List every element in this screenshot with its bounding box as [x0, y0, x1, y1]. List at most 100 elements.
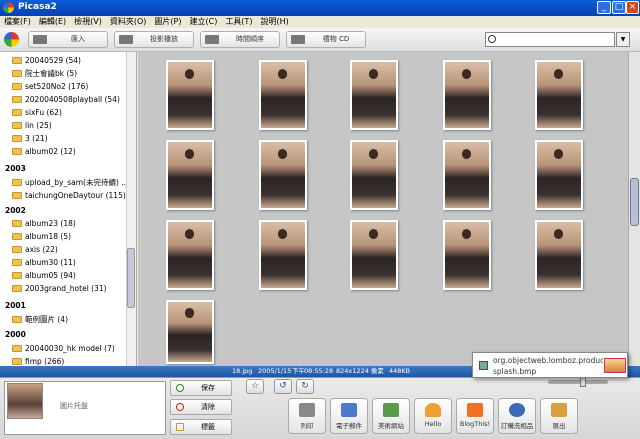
folder-item[interactable]: lin (25)	[12, 119, 52, 132]
photo-thumbnail[interactable]	[535, 60, 583, 130]
photo-thumbnail-selected[interactable]	[166, 300, 214, 364]
photo-thumbnail[interactable]	[350, 140, 398, 210]
picasa-home-icon[interactable]	[4, 32, 19, 47]
popup-preview-image	[604, 358, 626, 373]
folder-item[interactable]: 院士會議bk (5)	[12, 67, 77, 80]
blogthis-button[interactable]: BlogThis!	[456, 398, 494, 434]
folder-icon	[12, 148, 22, 155]
folder-item[interactable]: taichungOneDaytour (115)	[12, 189, 126, 202]
folder-item[interactable]: 20040030_hk model (7)	[12, 342, 115, 355]
search-dropdown-button[interactable]: ▼	[616, 32, 630, 47]
hello-button[interactable]: Hello	[414, 398, 452, 434]
folder-item[interactable]: album30 (11)	[12, 256, 76, 269]
menu-tools[interactable]: 工具(T)	[221, 16, 256, 28]
folder-item[interactable]: 2020040508playball (54)	[12, 93, 120, 106]
clear-button[interactable]: 清除	[170, 399, 232, 415]
timeline-button[interactable]: 時間順序	[200, 31, 280, 48]
folder-item[interactable]: album23 (18)	[12, 217, 76, 230]
photo-thumbnail[interactable]	[166, 220, 214, 290]
search-box[interactable]	[485, 32, 615, 47]
photo-thumbnail[interactable]	[166, 140, 214, 210]
folder-icon	[12, 220, 22, 227]
folder-item[interactable]: 範例圖片 (4)	[12, 313, 68, 326]
gift-cd-button[interactable]: 禮物 CD	[286, 31, 366, 48]
folder-item[interactable]: 20040529 (54)	[12, 54, 81, 67]
folder-item[interactable]: sixFu (62)	[12, 106, 62, 119]
photo-thumbnail[interactable]	[535, 220, 583, 290]
photo	[261, 222, 305, 288]
folder-item[interactable]: axis (22)	[12, 243, 58, 256]
folder-icon	[12, 179, 22, 186]
folder-item[interactable]: fimp (266)	[12, 355, 64, 366]
menu-picture[interactable]: 圖片(P)	[150, 16, 185, 28]
tray-label: 圖片托盤	[60, 402, 88, 410]
toolbar: 匯入 投影播放 時間順序 禮物 CD ▼	[0, 28, 640, 52]
order-prints-button[interactable]: 訂購洗相品	[498, 398, 536, 434]
photo-thumbnail[interactable]	[259, 60, 307, 130]
photo	[445, 222, 489, 288]
rotate-right-button[interactable]: ↻	[296, 379, 314, 394]
photo	[352, 222, 396, 288]
window-title: Picasa2	[18, 2, 57, 12]
slideshow-button[interactable]: 投影播放	[114, 31, 194, 48]
folder-icon	[12, 316, 22, 323]
folder-item[interactable]: album02 (12)	[12, 145, 76, 158]
search-input[interactable]	[500, 34, 610, 45]
folder-icon	[12, 96, 22, 103]
year-header: 2002	[5, 206, 26, 215]
folder-item[interactable]: upload_by_sam(未完待續) ...	[12, 176, 128, 189]
tray-photo-thumbnail[interactable]	[7, 383, 43, 419]
popup-folder-text: org.objectweb.lomboz.product	[493, 356, 603, 365]
minimize-button[interactable]: _	[597, 1, 611, 14]
email-button[interactable]: 電子郵件	[330, 398, 368, 434]
menu-bar: 檔案(F) 編輯(E) 檢視(V) 資料夾(O) 圖片(P) 建立(C) 工具(T) 說明(H…	[0, 16, 640, 28]
maximize-button[interactable]: □	[612, 1, 626, 14]
photo-thumbnail[interactable]	[535, 140, 583, 210]
photo-thumbnail[interactable]	[350, 60, 398, 130]
label-button[interactable]: 標籤	[170, 419, 232, 435]
photo-thumbnail[interactable]	[443, 60, 491, 130]
notification-popup[interactable]: org.objectweb.lomboz.product splash.bmp	[472, 352, 628, 378]
menu-create[interactable]: 建立(C)	[185, 16, 221, 28]
status-time: 08:55:28	[304, 367, 334, 375]
menu-help[interactable]: 說明(H)	[256, 16, 292, 28]
folder-list-scrollbar[interactable]	[126, 52, 136, 366]
menu-edit[interactable]: 編輯(E)	[35, 16, 70, 28]
year-header: 2001	[5, 301, 26, 310]
hold-button[interactable]: 保存	[170, 380, 232, 396]
photo-thumbnail[interactable]	[166, 60, 214, 130]
folder-item[interactable]: album05 (94)	[12, 269, 76, 282]
year-header: 2003	[5, 164, 26, 173]
menu-view[interactable]: 檢視(V)	[70, 16, 106, 28]
import-button[interactable]: 匯入	[28, 31, 108, 48]
photo-thumbnail[interactable]	[350, 220, 398, 290]
library-scroll-thumb[interactable]	[630, 178, 639, 226]
photo-thumbnail[interactable]	[443, 140, 491, 210]
hello-icon	[425, 403, 441, 417]
status-filename: 18.jpg	[232, 367, 253, 375]
folder-item[interactable]: 3 (21)	[12, 132, 48, 145]
folder-icon	[12, 192, 22, 199]
folder-list-scroll-thumb[interactable]	[127, 248, 135, 308]
photo	[261, 142, 305, 208]
zoom-slider[interactable]	[548, 380, 608, 384]
search-icon	[488, 35, 496, 43]
star-button[interactable]: ☆	[246, 379, 264, 394]
folder-item[interactable]: set520No2 (176)	[12, 80, 88, 93]
menu-folder[interactable]: 資料夾(O)	[106, 16, 151, 28]
folder-item[interactable]: album18 (5)	[12, 230, 71, 243]
photo	[168, 62, 212, 128]
folder-icon	[12, 83, 22, 90]
rotate-left-button[interactable]: ↺	[274, 379, 292, 394]
photo-thumbnail[interactable]	[443, 220, 491, 290]
photo-thumbnail[interactable]	[259, 220, 307, 290]
menu-file[interactable]: 檔案(F)	[0, 16, 35, 28]
print-button[interactable]: 列印	[288, 398, 326, 434]
folder-item[interactable]: 2003grand_hotel (31)	[12, 282, 107, 295]
timeline-icon	[205, 35, 219, 44]
close-button[interactable]: ×	[626, 1, 639, 14]
gallery-button[interactable]: 美術網站	[372, 398, 410, 434]
camera-icon	[33, 35, 47, 44]
photo-thumbnail[interactable]	[259, 140, 307, 210]
export-button[interactable]: 匯出	[540, 398, 578, 434]
